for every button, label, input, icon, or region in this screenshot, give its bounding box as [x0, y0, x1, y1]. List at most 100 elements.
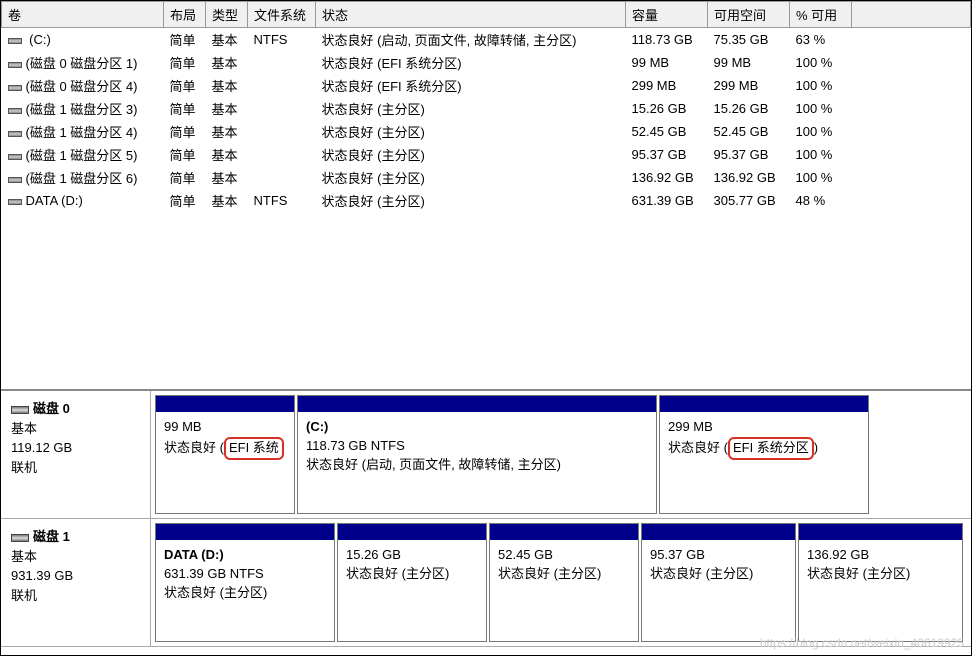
table-row[interactable]: (C:)简单基本NTFS状态良好 (启动, 页面文件, 故障转储, 主分区)11… — [2, 28, 971, 52]
partition-status-line: 状态良好 (主分区) — [164, 584, 326, 603]
cell-fs — [248, 166, 316, 189]
partition-status-post: ) — [814, 440, 818, 455]
cell-capacity: 52.45 GB — [626, 120, 708, 143]
cell-status: 状态良好 (主分区) — [316, 166, 626, 189]
table-row[interactable]: (磁盘 0 磁盘分区 1)简单基本状态良好 (EFI 系统分区)99 MB99 … — [2, 51, 971, 74]
partition-body: 95.37 GB状态良好 (主分区) — [642, 540, 795, 641]
disk-map-pane[interactable]: 磁盘 0基本119.12 GB联机99 MB状态良好 (EFI 系统 (C:)1… — [1, 391, 971, 647]
col-capacity[interactable]: 容量 — [626, 2, 708, 28]
table-row[interactable]: (磁盘 1 磁盘分区 6)简单基本状态良好 (主分区)136.92 GB136.… — [2, 166, 971, 189]
col-pctfree[interactable]: % 可用 — [790, 2, 852, 28]
cell-type: 基本 — [206, 189, 248, 212]
partition-body: 136.92 GB状态良好 (主分区) — [799, 540, 962, 641]
volume-name: (磁盘 0 磁盘分区 1) — [26, 56, 138, 71]
cell-status: 状态良好 (主分区) — [316, 97, 626, 120]
volume-table: 卷 布局 类型 文件系统 状态 容量 可用空间 % 可用 (C:)简单基本NTF… — [1, 1, 971, 212]
col-volume[interactable]: 卷 — [2, 2, 164, 28]
disk-label[interactable]: 磁盘 1基本931.39 GB联机 — [1, 519, 151, 646]
volume-icon — [8, 62, 22, 68]
partition-header-bar — [298, 396, 656, 412]
disk-state: 联机 — [11, 586, 140, 606]
partition-block[interactable]: 99 MB 状态良好 (EFI 系统 — [155, 395, 295, 514]
cell-fs — [248, 51, 316, 74]
cell-free: 15.26 GB — [708, 97, 790, 120]
partition-size: 99 MB — [164, 418, 286, 437]
partition-size: 136.92 GB — [807, 546, 954, 565]
col-fs[interactable]: 文件系统 — [248, 2, 316, 28]
cell-free: 299 MB — [708, 74, 790, 97]
col-type[interactable]: 类型 — [206, 2, 248, 28]
partition-status: 状态良好 (启动, 页面文件, 故障转储, 主分区) — [306, 457, 561, 472]
cell-type: 基本 — [206, 120, 248, 143]
cell-layout: 简单 — [164, 120, 206, 143]
volume-icon — [8, 154, 22, 160]
cell-capacity: 136.92 GB — [626, 166, 708, 189]
volume-name: DATA (D:) — [26, 193, 83, 208]
partition-block[interactable]: 136.92 GB状态良好 (主分区) — [798, 523, 963, 642]
cell-status: 状态良好 (启动, 页面文件, 故障转储, 主分区) — [316, 28, 626, 52]
partition-status: 状态良好 (主分区) — [164, 585, 267, 600]
partition-body: 52.45 GB状态良好 (主分区) — [490, 540, 638, 641]
table-row[interactable]: (磁盘 1 磁盘分区 4)简单基本状态良好 (主分区)52.45 GB52.45… — [2, 120, 971, 143]
partition-status-highlight: EFI 系统分区 — [728, 437, 814, 460]
disk-row: 磁盘 1基本931.39 GB联机DATA (D:)631.39 GB NTFS… — [1, 519, 971, 647]
col-layout[interactable]: 布局 — [164, 2, 206, 28]
partition-body: 99 MB 状态良好 (EFI 系统 — [156, 412, 294, 513]
partition-size: 15.26 GB — [346, 546, 478, 565]
cell-status: 状态良好 (EFI 系统分区) — [316, 74, 626, 97]
table-header-row: 卷 布局 类型 文件系统 状态 容量 可用空间 % 可用 — [2, 2, 971, 28]
cell-free: 305.77 GB — [708, 189, 790, 212]
cell-pct: 100 % — [790, 120, 852, 143]
disk-size: 931.39 GB — [11, 566, 140, 586]
volume-list-pane[interactable]: 卷 布局 类型 文件系统 状态 容量 可用空间 % 可用 (C:)简单基本NTF… — [1, 1, 971, 391]
col-free[interactable]: 可用空间 — [708, 2, 790, 28]
cell-fs: NTFS — [248, 189, 316, 212]
table-row[interactable]: (磁盘 0 磁盘分区 4)简单基本状态良好 (EFI 系统分区)299 MB29… — [2, 74, 971, 97]
cell-type: 基本 — [206, 97, 248, 120]
disk-name: 磁盘 1 — [33, 529, 70, 544]
cell-status: 状态良好 (EFI 系统分区) — [316, 51, 626, 74]
partition-status: 状态良好 (主分区) — [346, 566, 449, 581]
partition-status: 状态良好 (主分区) — [650, 566, 753, 581]
table-row[interactable]: (磁盘 1 磁盘分区 3)简单基本状态良好 (主分区)15.26 GB15.26… — [2, 97, 971, 120]
cell-type: 基本 — [206, 166, 248, 189]
partitions-container: DATA (D:)631.39 GB NTFS状态良好 (主分区)15.26 G… — [151, 519, 971, 646]
cell-capacity: 299 MB — [626, 74, 708, 97]
partition-status-highlight: EFI 系统 — [224, 437, 284, 460]
cell-status: 状态良好 (主分区) — [316, 189, 626, 212]
partition-body: 299 MB状态良好 (EFI 系统分区) — [660, 412, 868, 513]
partition-size: 118.73 GB NTFS — [306, 437, 648, 456]
disk-name: 磁盘 0 — [33, 401, 70, 416]
col-status[interactable]: 状态 — [316, 2, 626, 28]
disk-label[interactable]: 磁盘 0基本119.12 GB联机 — [1, 391, 151, 518]
partition-status: 状态良好 (主分区) — [807, 566, 910, 581]
partition-block[interactable]: 299 MB状态良好 (EFI 系统分区) — [659, 395, 869, 514]
partition-status-pre: 状态良好 ( — [164, 440, 224, 455]
partition-block[interactable]: 15.26 GB状态良好 (主分区) — [337, 523, 487, 642]
partition-status-pre: 状态良好 ( — [668, 440, 728, 455]
disk-row: 磁盘 0基本119.12 GB联机99 MB状态良好 (EFI 系统 (C:)1… — [1, 391, 971, 519]
partition-block[interactable]: 52.45 GB状态良好 (主分区) — [489, 523, 639, 642]
partition-size: 631.39 GB NTFS — [164, 565, 326, 584]
cell-pct: 100 % — [790, 97, 852, 120]
partition-size: 52.45 GB — [498, 546, 630, 565]
cell-pct: 63 % — [790, 28, 852, 52]
cell-fs — [248, 143, 316, 166]
cell-layout: 简单 — [164, 74, 206, 97]
table-row[interactable]: (磁盘 1 磁盘分区 5)简单基本状态良好 (主分区)95.37 GB95.37… — [2, 143, 971, 166]
cell-capacity: 15.26 GB — [626, 97, 708, 120]
partition-block[interactable]: 95.37 GB状态良好 (主分区) — [641, 523, 796, 642]
partition-block[interactable]: (C:)118.73 GB NTFS状态良好 (启动, 页面文件, 故障转储, … — [297, 395, 657, 514]
cell-capacity: 95.37 GB — [626, 143, 708, 166]
volume-name: (磁盘 1 磁盘分区 6) — [26, 171, 138, 186]
table-row[interactable]: DATA (D:)简单基本NTFS状态良好 (主分区)631.39 GB305.… — [2, 189, 971, 212]
partition-block[interactable]: DATA (D:)631.39 GB NTFS状态良好 (主分区) — [155, 523, 335, 642]
cell-pct: 48 % — [790, 189, 852, 212]
partition-header-bar — [660, 396, 868, 412]
cell-pct: 100 % — [790, 51, 852, 74]
volume-name: (磁盘 1 磁盘分区 5) — [26, 148, 138, 163]
cell-status: 状态良好 (主分区) — [316, 143, 626, 166]
disk-type: 基本 — [11, 419, 140, 439]
cell-free: 99 MB — [708, 51, 790, 74]
cell-free: 52.45 GB — [708, 120, 790, 143]
